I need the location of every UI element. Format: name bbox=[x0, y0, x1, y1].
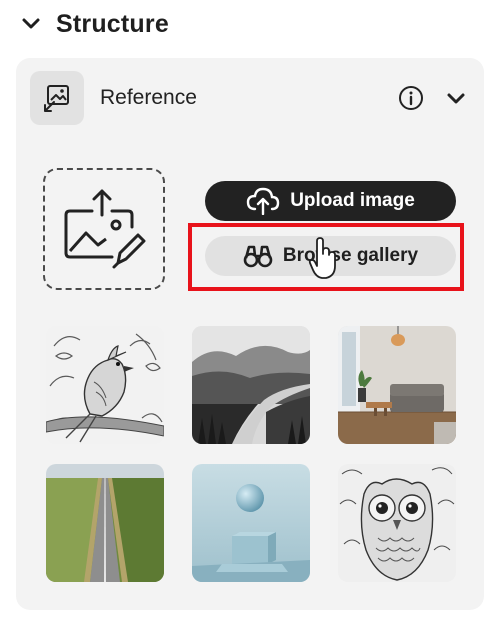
gallery-thumb-river[interactable] bbox=[192, 326, 310, 444]
chevron-down-icon[interactable] bbox=[446, 88, 466, 108]
section-title: Structure bbox=[56, 9, 169, 38]
hand-cursor-icon bbox=[308, 237, 336, 279]
browse-gallery-label: Browse gallery bbox=[282, 245, 419, 266]
gallery-thumb-bird[interactable] bbox=[46, 326, 164, 444]
reference-panel: Reference Upload image Browse gallery bbox=[16, 58, 484, 610]
gallery-thumb-road[interactable] bbox=[46, 464, 164, 582]
reference-label: Reference bbox=[100, 86, 197, 109]
image-drop-zone[interactable] bbox=[43, 168, 165, 290]
upload-image-label: Upload image bbox=[290, 190, 415, 211]
upload-image-button[interactable]: Upload image bbox=[205, 181, 456, 221]
structure-section-header[interactable]: Structure bbox=[20, 4, 169, 44]
image-upload-edit-icon bbox=[64, 189, 146, 269]
cloud-upload-icon bbox=[247, 187, 280, 215]
binoculars-icon bbox=[243, 245, 273, 268]
reference-row: Reference bbox=[30, 70, 470, 126]
chevron-down-icon bbox=[22, 18, 40, 29]
info-icon[interactable] bbox=[398, 85, 424, 111]
gallery-thumb-living-room[interactable] bbox=[338, 326, 456, 444]
gallery-thumb-sphere[interactable] bbox=[192, 464, 310, 582]
image-reference-icon bbox=[30, 71, 84, 125]
gallery-thumb-owl[interactable] bbox=[338, 464, 456, 582]
